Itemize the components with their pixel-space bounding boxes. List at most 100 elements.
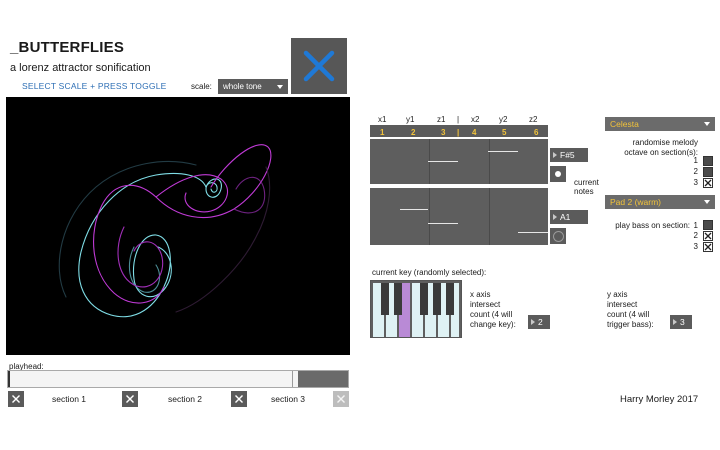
x-axis-line-2: intersect	[470, 300, 501, 309]
melody-octave-checkbox-2[interactable]	[703, 167, 713, 177]
col-header-z2: z2	[529, 115, 538, 124]
bass-option-label: 1	[693, 221, 698, 230]
scale-dropdown[interactable]: whole tone	[218, 79, 288, 94]
chevron-down-icon	[704, 200, 710, 204]
chevron-down-icon	[277, 84, 283, 89]
scale-dropdown-value: whole tone	[223, 82, 262, 91]
bass-note-indicator[interactable]	[550, 228, 566, 244]
bass-trace	[400, 209, 428, 210]
dot-icon	[555, 171, 561, 177]
x-axis-line-1: x axis	[470, 290, 491, 299]
close-icon	[303, 50, 335, 82]
close-icon	[12, 395, 20, 403]
attractor-trail-magenta	[93, 144, 272, 304]
play-icon	[553, 152, 557, 158]
scope-divider	[429, 188, 430, 245]
section-3-label: section 3	[271, 394, 306, 404]
check-x-icon	[704, 243, 712, 251]
y-axis-line-1: y axis	[607, 290, 628, 299]
playhead-bar[interactable]	[7, 370, 349, 388]
melody-instrument-value: Celesta	[610, 119, 639, 129]
section-2-toggle[interactable]	[122, 391, 138, 407]
attractor-trail-dim	[58, 160, 197, 298]
bass-option-label: 2	[693, 231, 698, 240]
scope-divider	[489, 139, 490, 184]
section-3-toggle[interactable]	[231, 391, 247, 407]
bass-instrument-dropdown[interactable]: Pad 2 (warm)	[605, 195, 715, 209]
melody-octave-checkbox-3[interactable]	[703, 178, 713, 188]
col-header-x1: x1	[378, 115, 387, 124]
melody-trace	[428, 161, 458, 162]
attractor-trail-cyan	[78, 172, 207, 318]
bass-instrument-value: Pad 2 (warm)	[610, 197, 662, 207]
randomise-label: randomise melody octave on section(s):	[610, 138, 698, 158]
x-axis-line-4: change key):	[470, 320, 516, 329]
bass-note-value: A1	[560, 212, 571, 222]
attractor-trail-magenta	[117, 226, 164, 288]
col-header-y2: y2	[499, 115, 508, 124]
col-header-separator: |	[457, 115, 460, 124]
melody-note-indicator[interactable]	[550, 166, 566, 182]
play-icon	[553, 214, 557, 220]
start-toggle[interactable]	[291, 38, 347, 94]
col-header-x2: x2	[471, 115, 480, 124]
credit-text: Harry Morley 2017	[620, 394, 699, 405]
melody-instrument-dropdown[interactable]: Celesta	[605, 117, 715, 131]
randomise-label-line-2: octave on section(s):	[624, 148, 698, 157]
playhead-cursor	[8, 371, 10, 387]
key-keyboard	[370, 280, 462, 338]
section-1-label: section 1	[52, 394, 87, 404]
section-end-toggle[interactable]	[333, 391, 349, 407]
app-title: _BUTTERFLIES	[10, 39, 125, 56]
melody-note-display[interactable]: F#5	[550, 148, 588, 162]
instruction-hint: SELECT SCALE + PRESS TOGGLE	[22, 81, 167, 91]
bass-option-label: 3	[693, 242, 698, 251]
piano-black-key	[381, 283, 389, 315]
section-2-label: section 2	[168, 394, 203, 404]
scope-divider	[489, 188, 490, 245]
section-1-toggle[interactable]	[8, 391, 24, 407]
y-intersect-count[interactable]: 3	[670, 315, 692, 329]
current-key-label: current key (randomly selected):	[372, 268, 487, 277]
x-axis-label: x axis intersect count (4 will change ke…	[470, 290, 516, 330]
y-axis-line-2: intersect	[607, 300, 638, 309]
col-header-z1: z1	[437, 115, 446, 124]
col-number-separator: |	[457, 128, 460, 137]
col-number-3: 3	[441, 128, 446, 137]
play-bass-label: play bass on section:	[615, 221, 690, 230]
melody-octave-checkbox-1[interactable]	[703, 156, 713, 166]
current-notes-line-1: current	[574, 178, 599, 187]
attractor-canvas	[58, 144, 272, 318]
chevron-down-icon	[704, 122, 710, 126]
melody-trace	[488, 151, 518, 152]
piano-black-key	[446, 283, 454, 315]
melody-scope	[370, 139, 548, 184]
col-number-4: 4	[472, 128, 477, 137]
playhead-end-block	[298, 371, 348, 387]
x-axis-line-3: count (4 will	[470, 310, 513, 319]
melody-option-label: 1	[693, 156, 698, 165]
close-icon	[126, 395, 134, 403]
close-icon	[337, 395, 345, 403]
melody-option-label: 3	[693, 178, 698, 187]
bass-section-checkbox-3[interactable]	[703, 242, 713, 252]
ring-icon	[552, 230, 564, 242]
attractor-trail-dim	[175, 166, 271, 313]
y-axis-line-3: count (4 will	[607, 310, 650, 319]
bass-trace	[428, 223, 458, 224]
close-icon	[235, 395, 243, 403]
piano-black-key	[394, 283, 402, 315]
randomise-label-line-1: randomise melody	[632, 138, 698, 147]
col-number-2: 2	[411, 128, 416, 137]
bass-note-display[interactable]: A1	[550, 210, 588, 224]
col-number-5: 5	[502, 128, 507, 137]
melody-option-label: 2	[693, 167, 698, 176]
bass-section-checkbox-1[interactable]	[703, 220, 713, 230]
y-axis-line-4: trigger bass):	[607, 320, 654, 329]
x-intersect-count[interactable]: 2	[528, 315, 550, 329]
col-number-1: 1	[380, 128, 385, 137]
app-subtitle: a lorenz attractor sonification	[10, 62, 151, 74]
bass-section-checkbox-2[interactable]	[703, 231, 713, 241]
current-notes-label: current notes	[574, 178, 599, 196]
current-notes-line-2: notes	[574, 187, 594, 196]
